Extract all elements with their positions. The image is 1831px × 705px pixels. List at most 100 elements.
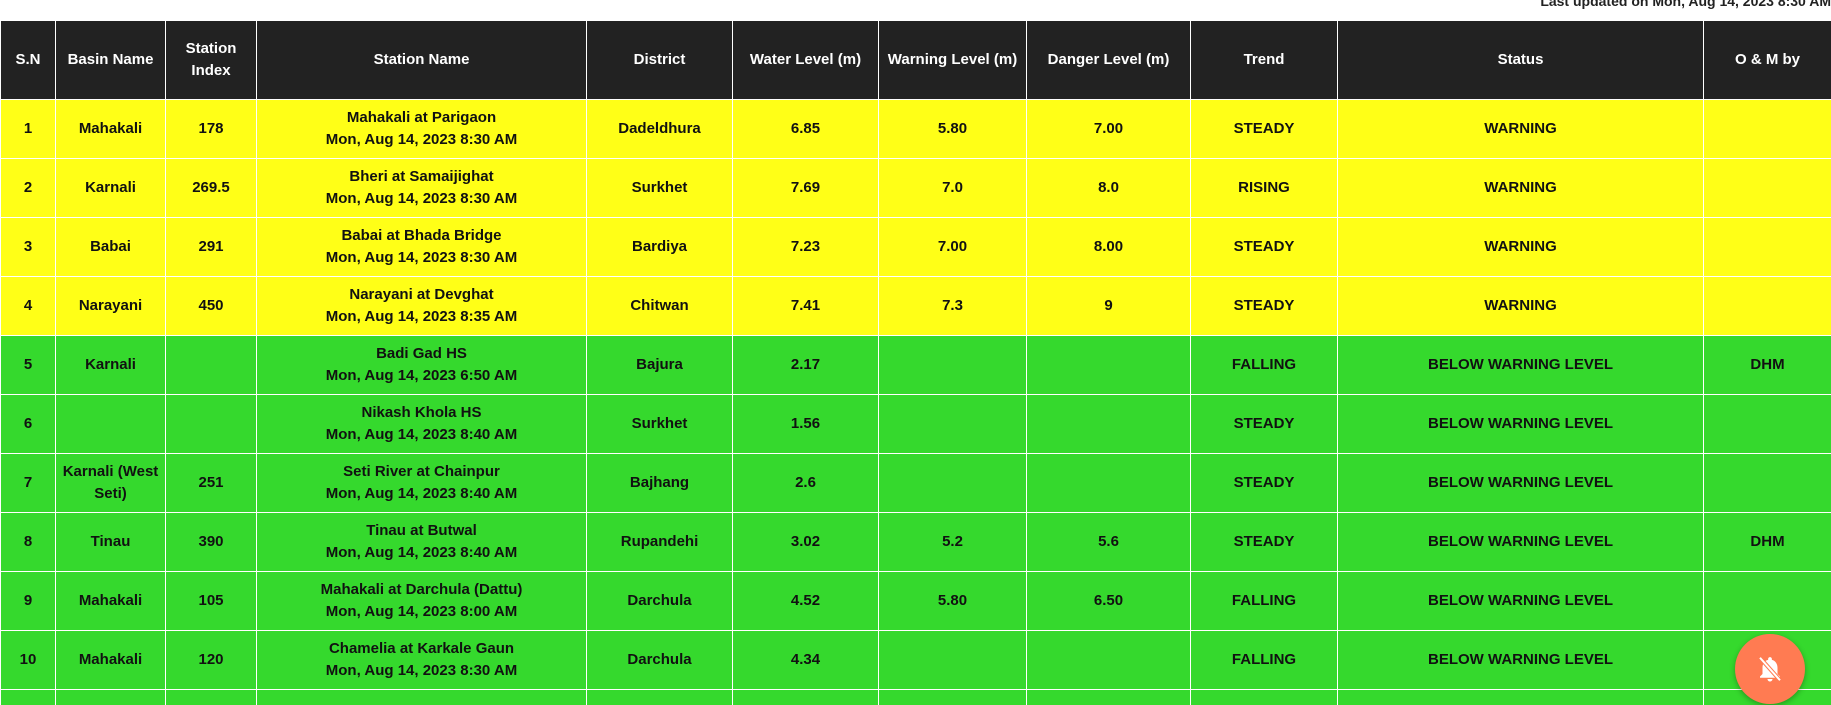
table-row: 3 Babai 291 Babai at Bhada Bridge Mon, Au… bbox=[0, 217, 1831, 277]
cell-sn: 7 bbox=[0, 453, 56, 513]
station-time: Mon, Aug 14, 2023 8:40 AM bbox=[325, 485, 518, 502]
table-header-row: S.N Basin Name Station Index Station Nam… bbox=[0, 20, 1831, 100]
cell-basin: Karnali bbox=[55, 335, 166, 395]
table-row: 1 Mahakali 178 Mahakali at Parigaon Mon, … bbox=[0, 99, 1831, 159]
table-row: 8 Tinau 390 Tinau at Butwal Mon, Aug 14, … bbox=[0, 512, 1831, 572]
cell-station: Nikash Khola HS Mon, Aug 14, 2023 8:40 AM bbox=[256, 394, 587, 454]
cell-status: WARNING bbox=[1337, 276, 1704, 336]
cell-sn: 8 bbox=[0, 512, 56, 572]
cell-district: Darchula bbox=[586, 571, 733, 631]
station-time: Mon, Aug 14, 2023 8:30 AM bbox=[325, 190, 518, 207]
notification-toggle-button[interactable] bbox=[1735, 634, 1805, 704]
station-name: Badi Gad HS bbox=[376, 345, 467, 362]
cell-water-level: 2.17 bbox=[732, 335, 879, 395]
cell-index: 291 bbox=[165, 217, 257, 277]
cell-district: Rupandehi bbox=[586, 512, 733, 572]
cell-water-level: 2.6 bbox=[732, 453, 879, 513]
cell-trend: FALLING bbox=[1190, 335, 1338, 395]
cell-status: BELOW WARNING LEVEL bbox=[1337, 571, 1704, 631]
cell-station: Seti River at Chainpur Mon, Aug 14, 2023 … bbox=[256, 453, 587, 513]
column-header-status[interactable]: Status bbox=[1337, 20, 1704, 100]
cell-water-level: 6.85 bbox=[732, 99, 879, 159]
cell-warning-level: 7.3 bbox=[878, 276, 1027, 336]
cell-danger-level: 8.00 bbox=[1026, 217, 1191, 277]
cell-sn: 4 bbox=[0, 276, 56, 336]
last-updated-text: Last updated on Mon, Aug 14, 2023 8:30 A… bbox=[1540, 0, 1831, 9]
station-time: Mon, Aug 14, 2023 8:35 AM bbox=[325, 308, 518, 325]
cell-basin: Mahakali bbox=[55, 571, 166, 631]
cell-status: WARNING bbox=[1337, 158, 1704, 218]
cell-basin: Mahakali bbox=[55, 99, 166, 159]
station-name: Mahakali at Darchula (Dattu) bbox=[320, 581, 523, 598]
column-header-water-level[interactable]: Water Level (m) bbox=[732, 20, 879, 100]
cell-station: Babai at Bhada Bridge Mon, Aug 14, 2023 8… bbox=[256, 217, 587, 277]
cell-district: Bajhang bbox=[586, 453, 733, 513]
cell-danger-level: 8.0 bbox=[1026, 158, 1191, 218]
cell-danger-level: 5.6 bbox=[1026, 512, 1191, 572]
station-time: Mon, Aug 14, 2023 8:30 AM bbox=[325, 662, 518, 679]
cell-status: BELOW WARNING LEVEL bbox=[1337, 453, 1704, 513]
column-header-basin-name[interactable]: Basin Name bbox=[55, 20, 166, 100]
station-name: Babai at Bhada Bridge bbox=[341, 227, 502, 244]
cell-district: Bajura bbox=[586, 335, 733, 395]
cell-status: BELOW WARNING LEVEL bbox=[1337, 512, 1704, 572]
cell-index bbox=[165, 335, 257, 395]
cell-district: Chitwan bbox=[586, 276, 733, 336]
cell-trend: RISING bbox=[1190, 158, 1338, 218]
table-row: 9 Mahakali 105 Mahakali at Darchula (Dat… bbox=[0, 571, 1831, 631]
cell-water-level: 4.52 bbox=[732, 571, 879, 631]
station-time: Mon, Aug 14, 2023 8:40 AM bbox=[325, 544, 518, 561]
cell-warning-level: 5.80 bbox=[878, 571, 1027, 631]
cell-sn: 5 bbox=[0, 335, 56, 395]
station-name: Chamelia at Karkale Gaun bbox=[328, 640, 515, 657]
cell-trend: STEADY bbox=[1190, 512, 1338, 572]
cell-water-level: 7.23 bbox=[732, 217, 879, 277]
cell-sn: 6 bbox=[0, 394, 56, 454]
cell-district: Surkhet bbox=[586, 158, 733, 218]
column-header-danger-level[interactable]: Danger Level (m) bbox=[1026, 20, 1191, 100]
column-header-warning-level[interactable]: Warning Level (m) bbox=[878, 20, 1027, 100]
station-time: Mon, Aug 14, 2023 8:40 AM bbox=[325, 426, 518, 443]
cell-station: Badi Gad HS Mon, Aug 14, 2023 6:50 AM bbox=[256, 335, 587, 395]
column-header-station-name[interactable]: Station Name bbox=[256, 20, 587, 100]
cell-sn: 2 bbox=[0, 158, 56, 218]
cell-basin: Karnali (West Seti) bbox=[55, 453, 166, 513]
station-time: Mon, Aug 14, 2023 8:00 AM bbox=[325, 603, 518, 620]
cell-basin: Karnali bbox=[55, 158, 166, 218]
cell-om bbox=[1703, 394, 1831, 454]
station-time: Mon, Aug 14, 2023 6:50 AM bbox=[325, 367, 518, 384]
cell-danger-level: 9 bbox=[1026, 276, 1191, 336]
table-row-partial bbox=[0, 689, 1831, 705]
station-name: Nikash Khola HS bbox=[361, 404, 482, 421]
cell-district: Darchula bbox=[586, 630, 733, 690]
cell-trend: FALLING bbox=[1190, 630, 1338, 690]
column-header-trend[interactable]: Trend bbox=[1190, 20, 1338, 100]
cell-trend: STEADY bbox=[1190, 217, 1338, 277]
table-row: 7 Karnali (West Seti) 251 Seti River at … bbox=[0, 453, 1831, 513]
cell-om: DHM bbox=[1703, 512, 1831, 572]
cell-sn: 3 bbox=[0, 217, 56, 277]
table-row: 2 Karnali 269.5 Bheri at Samaijighat Mon,… bbox=[0, 158, 1831, 218]
column-header-station-index[interactable]: Station Index bbox=[165, 20, 257, 100]
bell-off-icon bbox=[1758, 656, 1782, 682]
cell-om bbox=[1703, 571, 1831, 631]
station-name: Tinau at Butwal bbox=[366, 522, 477, 539]
cell-warning-level bbox=[878, 394, 1027, 454]
cell-basin: Babai bbox=[55, 217, 166, 277]
station-name: Seti River at Chainpur bbox=[343, 463, 500, 480]
cell-index: 178 bbox=[165, 99, 257, 159]
cell-warning-level: 7.0 bbox=[878, 158, 1027, 218]
cell-station: Tinau at Butwal Mon, Aug 14, 2023 8:40 AM bbox=[256, 512, 587, 572]
cell-station: Mahakali at Parigaon Mon, Aug 14, 2023 8:… bbox=[256, 99, 587, 159]
table-row: 6 Nikash Khola HS Mon, Aug 14, 2023 8:40 … bbox=[0, 394, 1831, 454]
column-header-sn[interactable]: S.N bbox=[0, 20, 56, 100]
cell-water-level: 7.69 bbox=[732, 158, 879, 218]
cell-station: Narayani at Devghat Mon, Aug 14, 2023 8:3… bbox=[256, 276, 587, 336]
page: Last updated on Mon, Aug 14, 2023 8:30 A… bbox=[0, 0, 1831, 705]
station-name: Mahakali at Parigaon bbox=[346, 109, 497, 126]
cell-warning-level bbox=[878, 335, 1027, 395]
column-header-district[interactable]: District bbox=[586, 20, 733, 100]
column-header-om-by[interactable]: O & M by bbox=[1703, 20, 1831, 100]
cell-danger-level bbox=[1026, 335, 1191, 395]
cell-basin bbox=[55, 394, 166, 454]
